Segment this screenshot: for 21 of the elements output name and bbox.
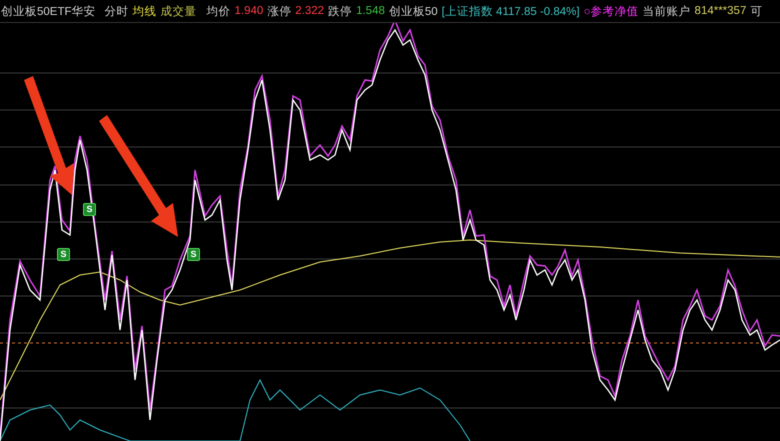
view-tab[interactable]: 分时	[104, 4, 129, 18]
arrow-icon	[24, 76, 74, 195]
index-quote: [上证指数 4117.85 -0.84%]	[442, 4, 580, 18]
indicator-tab[interactable]: 均线	[132, 4, 157, 18]
arrow-icon	[99, 115, 178, 237]
stat-value: 1.548	[356, 5, 385, 17]
stat-label: 涨停	[267, 4, 292, 18]
sell-signal-marker: S	[83, 203, 96, 216]
reference-value-link[interactable]: ○参考净值	[584, 4, 639, 18]
indicator-tab[interactable]: 成交量	[160, 4, 197, 18]
account-number: 814***357	[694, 5, 746, 17]
sell-signal-marker: S	[187, 248, 200, 261]
stat-value: 1.940	[234, 5, 264, 17]
stat-label: 均价	[206, 4, 231, 18]
stat-value: 2.322	[295, 5, 324, 17]
stat-label: 跌停	[328, 4, 352, 18]
account-label: 当前账户	[642, 4, 691, 18]
index-name: 创业板50	[388, 4, 438, 18]
security-name: 创业板50ETF华安	[1, 4, 96, 18]
truncated-text: 可	[750, 4, 762, 18]
sell-signal-marker: S	[57, 248, 70, 261]
